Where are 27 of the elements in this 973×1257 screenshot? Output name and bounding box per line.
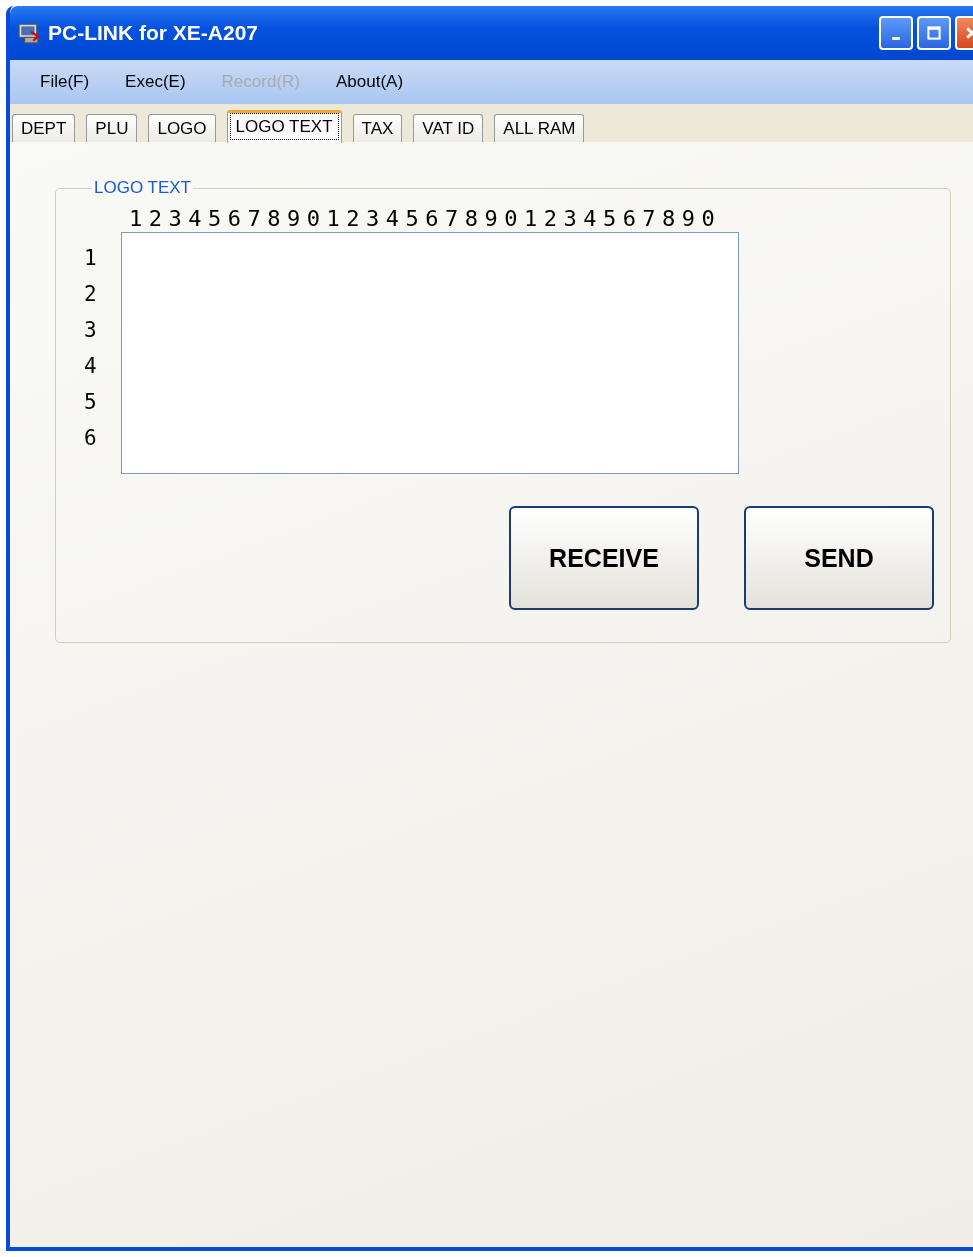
tab[interactable]: DEPT: [12, 114, 76, 142]
minimize-icon: [892, 36, 900, 40]
tab[interactable]: LOGO TEXT: [226, 110, 342, 143]
action-button[interactable]: RECEIVE: [509, 506, 699, 610]
tab[interactable]: PLU: [86, 114, 138, 142]
computer-icon: [18, 22, 40, 44]
line-number: 4: [84, 353, 98, 380]
tab[interactable]: TAX: [352, 114, 403, 142]
tab[interactable]: ALL RAM: [494, 114, 585, 142]
line-number: 1: [84, 245, 98, 272]
line-number: 5: [84, 389, 98, 416]
line-number: 3: [84, 317, 98, 344]
menu-item[interactable]: File(F): [40, 72, 90, 92]
line-number: 6: [84, 425, 98, 452]
maximize-button[interactable]: [917, 16, 951, 50]
menu-item[interactable]: Exec(E): [125, 72, 186, 92]
tab[interactable]: LOGO: [148, 114, 216, 142]
logo-text-field[interactable]: [121, 232, 739, 474]
group-title: LOGO TEXT: [93, 178, 192, 198]
menu-item[interactable]: About(A): [336, 72, 404, 92]
column-ruler: 123456789012345678901234567890: [129, 206, 722, 232]
tab[interactable]: VAT ID: [413, 114, 484, 142]
maximize-icon: [926, 25, 942, 41]
action-button[interactable]: SEND: [744, 506, 934, 610]
window-title: PC-LINK for XE-A207: [48, 21, 259, 45]
minimize-button[interactable]: [879, 16, 913, 50]
line-number: 2: [84, 281, 98, 308]
